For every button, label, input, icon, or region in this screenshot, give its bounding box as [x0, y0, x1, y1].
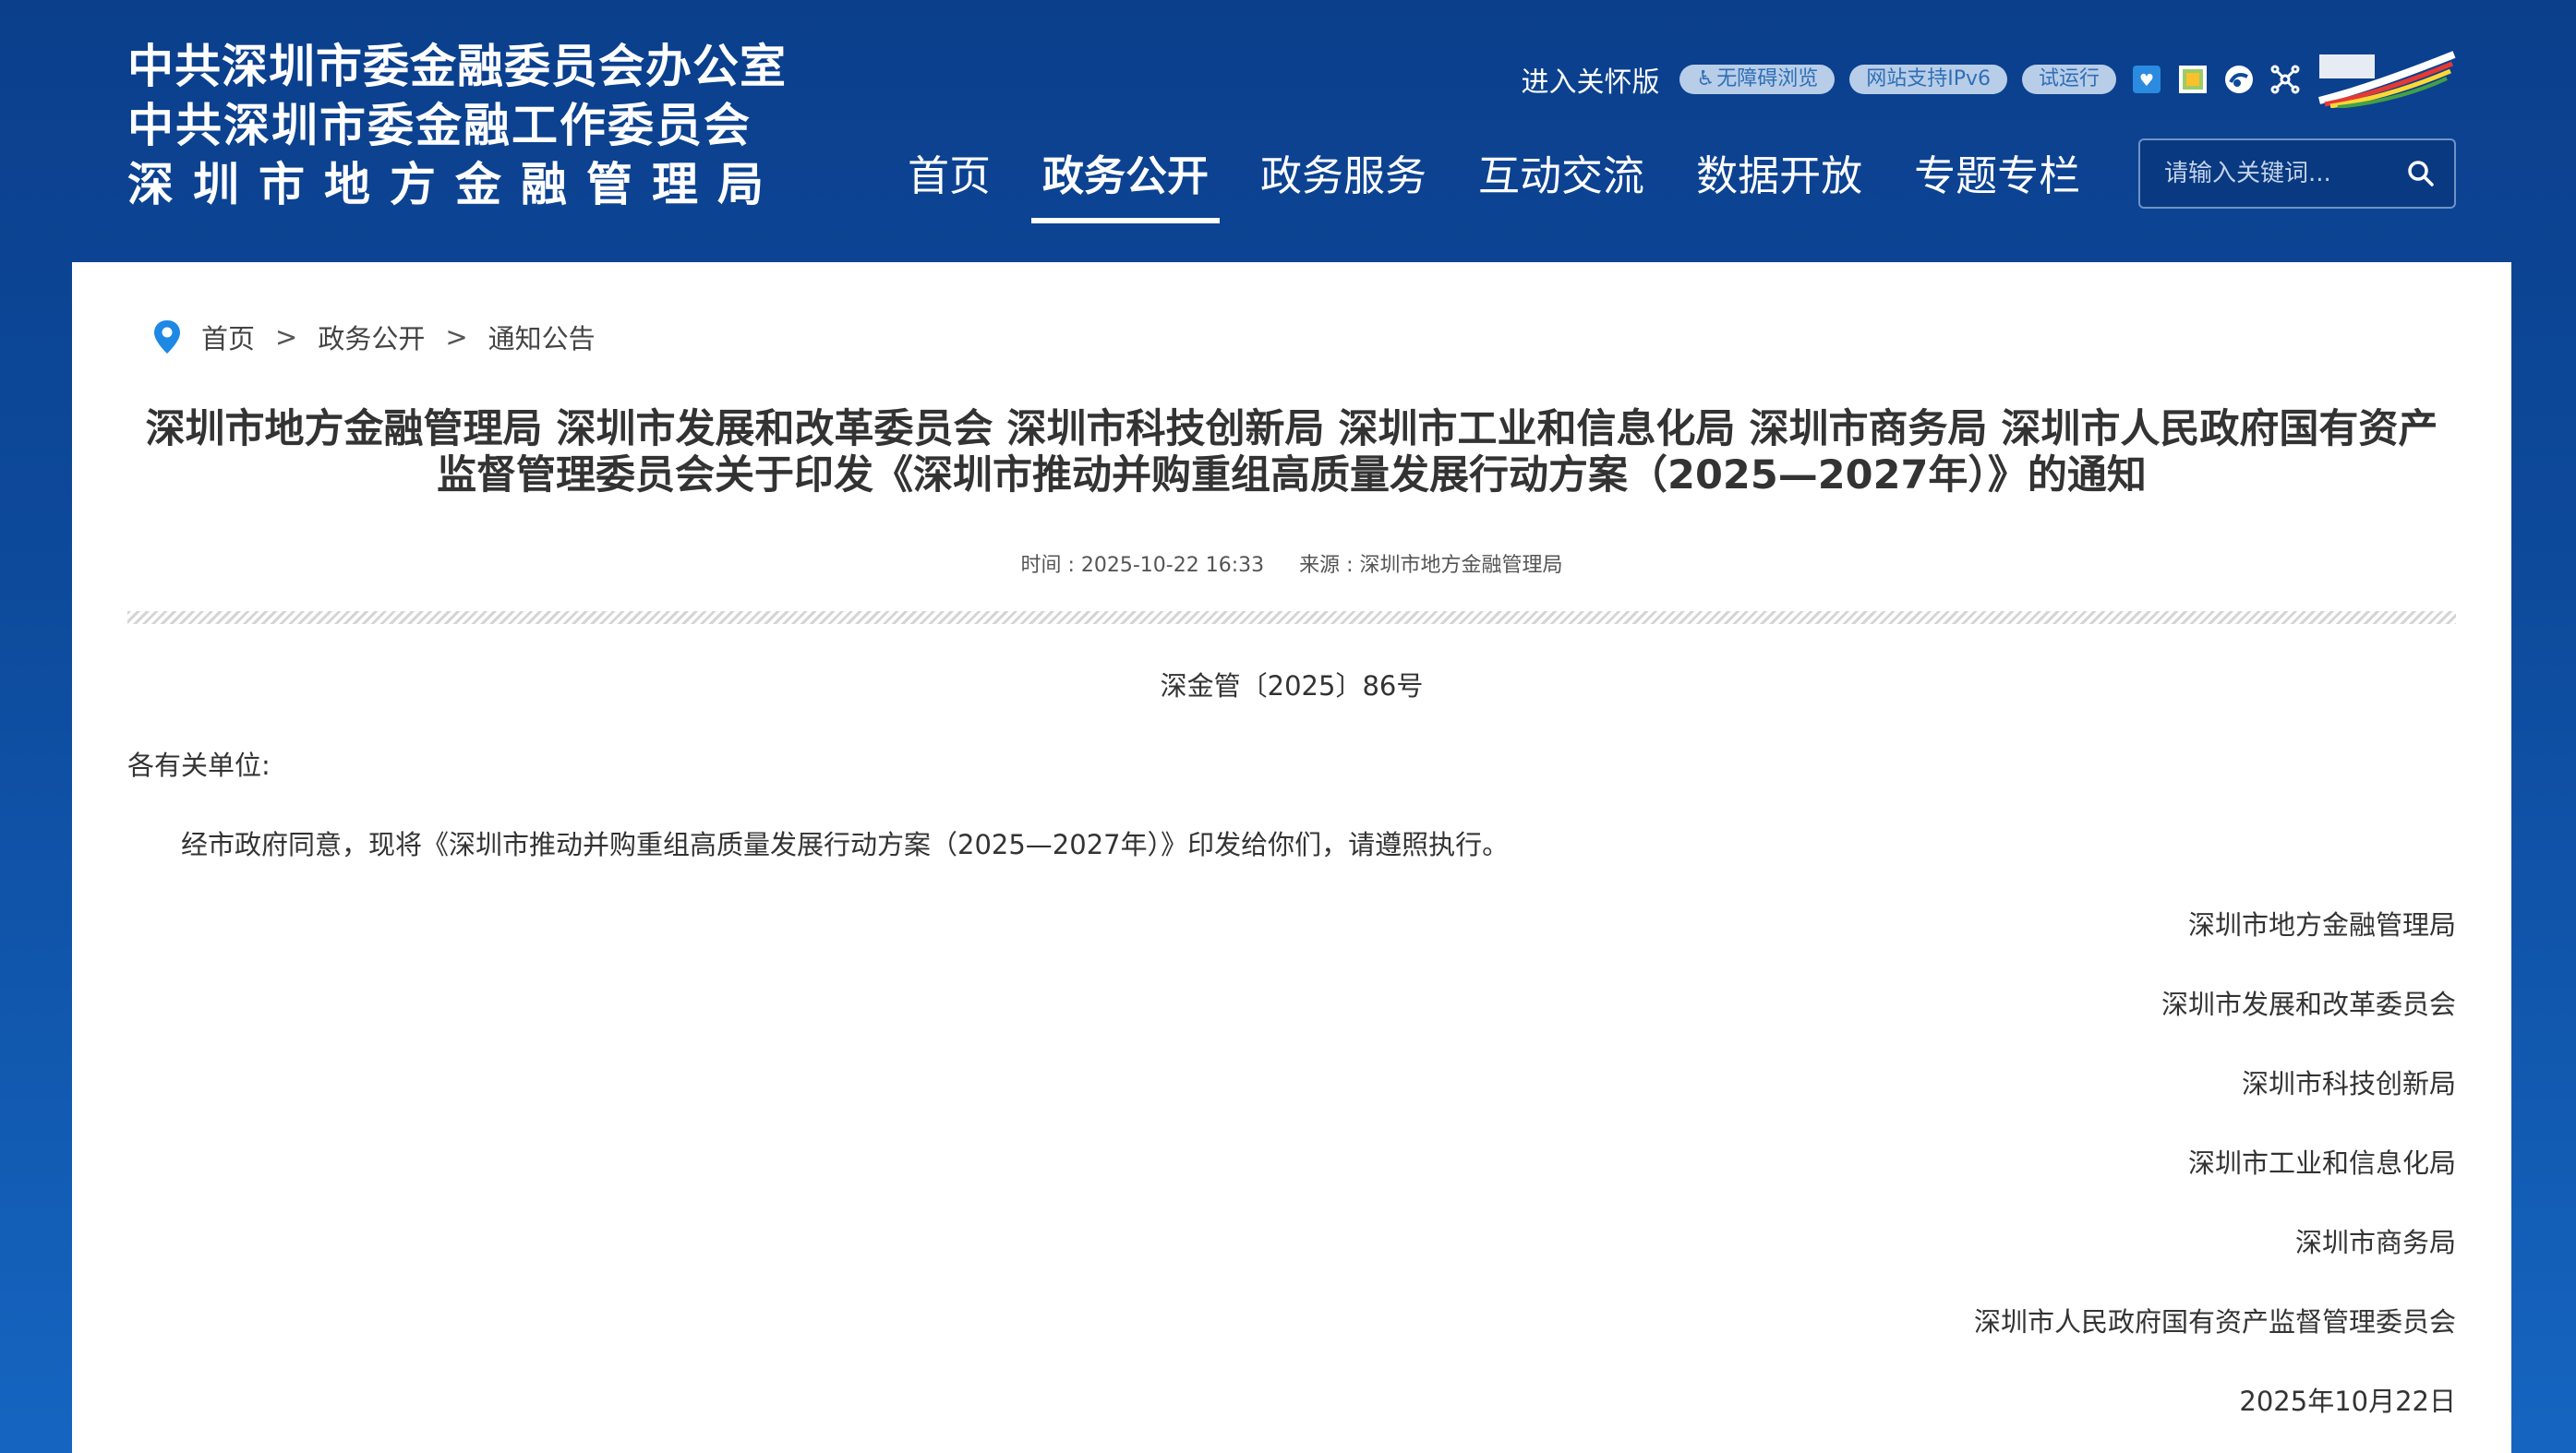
breadcrumb: 首页 > 政务公开 > 通知公告: [151, 318, 596, 356]
article-title-line-2: 监督管理委员会关于印发《深圳市推动并购重组高质量发展行动方案（2025—2027…: [437, 452, 2147, 498]
ipv6-badge[interactable]: 网站支持IPv6: [1849, 65, 2007, 94]
signatory: 深圳市商务局: [2294, 1227, 2456, 1258]
logo-line-1: 中共深圳市委金融委员会办公室: [127, 40, 787, 93]
article-container: 首页 > 政务公开 > 通知公告 深圳市地方金融管理局 深圳市发展和改革委员会 …: [72, 262, 2511, 1453]
breadcrumb-separator: >: [445, 321, 468, 353]
care-mode-link[interactable]: 进入关怀版: [1521, 59, 1659, 100]
network-icon[interactable]: [2269, 64, 2301, 95]
nav-special-topics[interactable]: 专题专栏: [1888, 138, 2106, 223]
logo-line-2: 中共深圳市委金融工作委员会: [127, 99, 752, 152]
elder-care-icon[interactable]: ♥: [2131, 64, 2162, 95]
hatched-divider: [127, 611, 2456, 624]
signatory: 深圳市人民政府国有资产监督管理委员会: [1973, 1306, 2456, 1338]
accessibility-button[interactable]: 无障碍浏览: [1679, 65, 1836, 94]
signatory: 深圳市科技创新局: [2241, 1068, 2456, 1099]
breadcrumb-home[interactable]: 首页: [201, 318, 255, 356]
signatory: 深圳市地方金融管理局: [2187, 909, 2456, 941]
main-nav: 首页 政务公开 政务服务 互动交流 数据开放 专题专栏: [882, 138, 2106, 223]
document-number: 深金管〔2025〕86号: [1160, 670, 1424, 702]
signatory: 深圳市工业和信息化局: [2187, 1147, 2456, 1179]
article-source: 来源 : 深圳市地方金融管理局: [1299, 554, 1563, 577]
nav-government-affairs[interactable]: 政务公开: [1017, 138, 1234, 223]
breadcrumb-government-affairs[interactable]: 政务公开: [318, 318, 425, 356]
nav-home[interactable]: 首页: [882, 138, 1017, 223]
salutation: 各有关单位:: [127, 750, 271, 781]
shenzhen-logo-icon[interactable]: [2316, 51, 2456, 109]
breadcrumb-notices[interactable]: 通知公告: [488, 318, 596, 356]
search-box: [2138, 138, 2456, 209]
breadcrumb-separator: >: [275, 321, 298, 353]
svg-text:♥: ♥: [2139, 71, 2154, 90]
publish-time: 时间 : 2025-10-22 16:33: [1020, 554, 1265, 577]
article-title: 深圳市地方金融管理局 深圳市发展和改革委员会 深圳市科技创新局 深圳市工业和信息…: [127, 406, 2456, 498]
search-icon[interactable]: [2404, 157, 2438, 190]
issue-date: 2025年10月22日: [2239, 1386, 2456, 1417]
signatory: 深圳市发展和改革委员会: [2161, 989, 2456, 1020]
mobile-site-icon[interactable]: [2177, 64, 2209, 95]
top-utility-bar: 进入关怀版 无障碍浏览 网站支持IPv6 试运行 ♥: [1521, 51, 2456, 109]
site-header: 中共深圳市委金融委员会办公室 中共深圳市委金融工作委员会 深圳市地方金融管理局 …: [0, 0, 2576, 262]
article-title-line-1: 深圳市地方金融管理局 深圳市发展和改革委员会 深圳市科技创新局 深圳市工业和信息…: [145, 406, 2438, 452]
location-pin-icon: [151, 318, 183, 355]
search-input[interactable]: [2164, 155, 2395, 192]
logo-line-3: 深圳市地方金融管理局: [127, 158, 783, 211]
site-logo[interactable]: 中共深圳市委金融委员会办公室 中共深圳市委金融工作委员会 深圳市地方金融管理局: [127, 37, 787, 214]
trial-run-badge[interactable]: 试运行: [2021, 65, 2116, 94]
nav-interaction[interactable]: 互动交流: [1452, 138, 1670, 223]
weibo-icon[interactable]: [2223, 64, 2255, 95]
body-paragraph: 经市政府同意，现将《深圳市推动并购重组高质量发展行动方案（2025—2027年）…: [181, 829, 1510, 860]
nav-open-data[interactable]: 数据开放: [1670, 138, 1888, 223]
article-meta: 时间 : 2025-10-22 16:33 来源 : 深圳市地方金融管理局: [72, 548, 2511, 578]
nav-government-services[interactable]: 政务服务: [1234, 138, 1452, 223]
